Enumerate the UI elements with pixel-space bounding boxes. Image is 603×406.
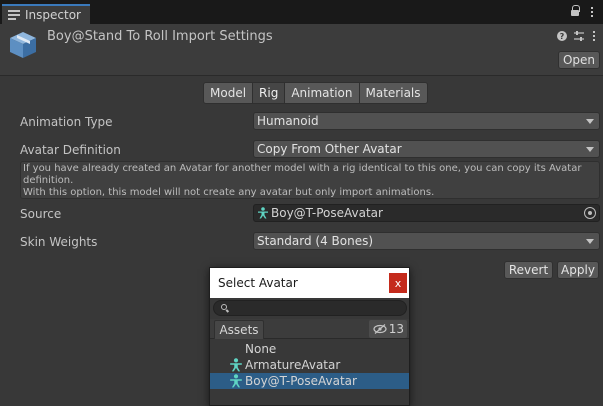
animation-type-dropdown[interactable]: Humanoid bbox=[253, 112, 600, 130]
help-line: With this option, this model will not cr… bbox=[23, 187, 435, 198]
list-item-label: None bbox=[245, 342, 277, 356]
tab-materials[interactable]: Materials bbox=[359, 82, 428, 104]
tab-model[interactable]: Model bbox=[203, 82, 254, 104]
avatar-icon bbox=[230, 358, 242, 372]
help-line: If you have already created an Avatar fo… bbox=[23, 163, 582, 174]
more-options-icon[interactable] bbox=[587, 5, 597, 18]
inspector-icon bbox=[8, 10, 20, 20]
hidden-count: 13 bbox=[388, 322, 404, 336]
lock-icon[interactable] bbox=[571, 5, 581, 18]
tab-animation[interactable]: Animation bbox=[285, 82, 360, 104]
avatar-definition-value: Copy From Other Avatar bbox=[257, 142, 402, 156]
dropdown-arrow-icon bbox=[586, 119, 594, 124]
window-tab-strip: Inspector bbox=[0, 0, 603, 24]
search-input[interactable] bbox=[213, 300, 407, 316]
popup-title: Select Avatar bbox=[218, 276, 298, 290]
header-more-icon[interactable] bbox=[591, 31, 597, 41]
list-item-boy-tpose-avatar[interactable]: Boy@T-PoseAvatar bbox=[210, 373, 409, 389]
avatar-icon bbox=[258, 207, 268, 219]
source-object-field[interactable]: Boy@T-PoseAvatar bbox=[253, 204, 600, 222]
animation-type-label: Animation Type bbox=[20, 115, 113, 129]
eye-slash-icon bbox=[373, 324, 387, 334]
skin-weights-value: Standard (4 Bones) bbox=[257, 234, 374, 248]
avatar-help-box: If you have already created an Avatar fo… bbox=[20, 161, 600, 199]
list-item-label: Boy@T-PoseAvatar bbox=[245, 374, 357, 388]
inspector-tab[interactable]: Inspector bbox=[2, 4, 90, 24]
avatar-icon bbox=[230, 374, 242, 388]
avatar-list: None ArmatureAvatar Boy@T-PoseAvatar bbox=[210, 341, 409, 389]
search-icon bbox=[221, 304, 227, 310]
dropdown-arrow-icon bbox=[586, 239, 594, 244]
tab-assets[interactable]: Assets bbox=[214, 320, 264, 339]
dropdown-arrow-icon bbox=[586, 147, 594, 152]
preset-settings-icon[interactable] bbox=[573, 30, 585, 42]
page-title: Boy@Stand To Roll Import Settings bbox=[47, 29, 273, 44]
select-avatar-window: Select Avatar x Assets 13 None ArmatureA… bbox=[209, 267, 410, 406]
skin-weights-label: Skin Weights bbox=[20, 235, 98, 249]
avatar-definition-dropdown[interactable]: Copy From Other Avatar bbox=[253, 140, 600, 158]
help-line: definition. bbox=[23, 175, 74, 186]
animation-type-value: Humanoid bbox=[257, 114, 319, 128]
help-icon[interactable]: ? bbox=[557, 31, 567, 41]
close-button[interactable]: x bbox=[389, 273, 407, 293]
avatar-definition-label: Avatar Definition bbox=[20, 143, 121, 157]
popup-titlebar[interactable]: Select Avatar x bbox=[210, 268, 409, 298]
inspector-header: Boy@Stand To Roll Import Settings ? Open bbox=[0, 24, 603, 76]
source-value: Boy@T-PoseAvatar bbox=[271, 206, 383, 220]
popup-tab-bar: Assets 13 bbox=[210, 319, 409, 339]
source-label: Source bbox=[20, 207, 62, 221]
skin-weights-dropdown[interactable]: Standard (4 Bones) bbox=[253, 232, 600, 250]
apply-button[interactable]: Apply bbox=[557, 261, 599, 279]
revert-button[interactable]: Revert bbox=[504, 261, 553, 279]
model-asset-icon bbox=[10, 32, 36, 58]
import-tabs: Model Rig Animation Materials bbox=[203, 82, 428, 104]
list-item-armature-avatar[interactable]: ArmatureAvatar bbox=[210, 357, 409, 373]
tab-rig[interactable]: Rig bbox=[253, 82, 286, 104]
inspector-tab-label: Inspector bbox=[25, 8, 81, 22]
object-picker-icon[interactable] bbox=[584, 207, 596, 219]
list-item-none[interactable]: None bbox=[210, 341, 409, 357]
list-item-label: ArmatureAvatar bbox=[245, 358, 341, 372]
hidden-packages-toggle[interactable]: 13 bbox=[369, 320, 407, 338]
open-button[interactable]: Open bbox=[558, 51, 600, 69]
